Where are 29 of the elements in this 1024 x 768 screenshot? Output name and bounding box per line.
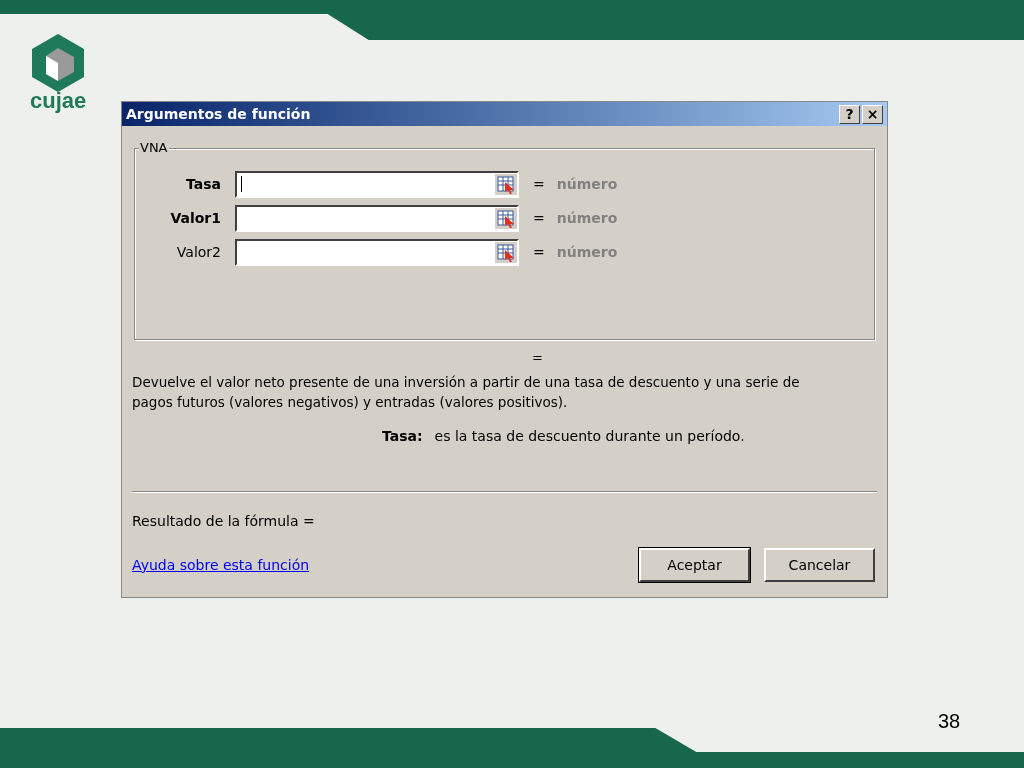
argument-label: Tasa [185,174,221,194]
page-number: 38 [938,709,961,734]
ok-button[interactable]: Aceptar [639,548,750,582]
cell-reference-icon[interactable] [495,173,517,195]
logo-text: cujae [30,90,87,112]
argument-help-label: Tasa: [382,427,423,446]
argument-type: número [556,174,618,194]
argument-field[interactable] [235,238,519,266]
argument-type: número [556,208,618,228]
argument-field[interactable] [235,204,519,232]
help-link[interactable]: Ayuda sobre esta función [132,554,310,576]
function-result: = [532,350,544,366]
window-title: Argumentos de función [126,104,311,124]
function-description: Devuelve el valor neto presente de una inversión a partir de una tasa de descuento y una serie de pagos futuros (valores negativos) y entradas (valores positivos). [132,373,801,412]
argument-type: número [556,242,618,262]
close-button[interactable]: × [862,104,883,124]
equals-sign: = [533,174,545,194]
formula-result: Resultado de la fórmula = [132,512,316,531]
hexagon-cube-logo-icon [32,34,84,92]
argument-field[interactable] [235,170,519,198]
argument-help-text: es la tasa de descuento durante un período. [434,427,745,446]
help-button[interactable]: ? [839,104,860,124]
equals-sign: = [533,208,545,228]
equals-sign: = [533,242,545,262]
argument-label: Valor1 [169,208,221,228]
cell-reference-icon[interactable] [495,207,517,229]
cancel-button[interactable]: Cancelar [764,548,875,582]
argument-label: Valor2 [175,242,221,262]
cell-reference-icon[interactable] [495,241,517,263]
